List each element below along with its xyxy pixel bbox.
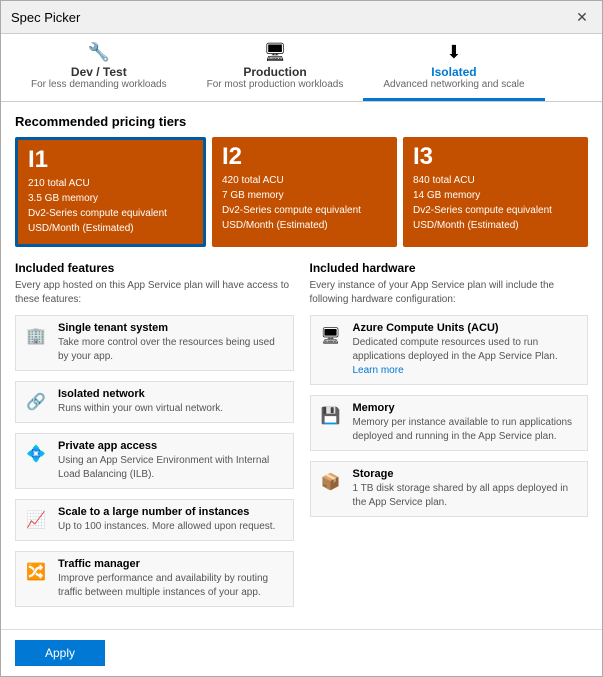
- feature-scale: 📈 Scale to a large number of instances U…: [15, 499, 294, 541]
- traffic-manager-name: Traffic manager: [58, 558, 287, 570]
- production-icon: 🖥: [264, 42, 287, 63]
- scale-name: Scale to a large number of instances: [58, 506, 275, 518]
- isolated-icon: ⬇: [446, 42, 461, 63]
- tab-production-sublabel: For most production workloads: [207, 79, 344, 90]
- traffic-manager-icon: 🔀: [22, 558, 50, 586]
- tier-I2[interactable]: I2 420 total ACU 7 GB memory Dv2-Series …: [212, 137, 397, 247]
- storage-name: Storage: [353, 468, 582, 480]
- tab-production[interactable]: 🖥 Production For most production workloa…: [187, 34, 364, 101]
- pricing-tiers: I1 210 total ACU 3.5 GB memory Dv2-Serie…: [15, 137, 588, 247]
- feature-traffic-manager: 🔀 Traffic manager Improve performance an…: [15, 551, 294, 607]
- hardware-col: Included hardware Every instance of your…: [310, 261, 589, 617]
- private-app-icon: 💠: [22, 440, 50, 468]
- feature-isolated-network: 🔗 Isolated network Runs within your own …: [15, 381, 294, 423]
- tab-isolated-sublabel: Advanced networking and scale: [383, 79, 524, 90]
- storage-desc: 1 TB disk storage shared by all apps dep…: [353, 482, 582, 510]
- tab-production-label: Production: [243, 65, 306, 79]
- footer: Apply: [1, 629, 602, 676]
- features-col: Included features Every app hosted on th…: [15, 261, 294, 617]
- tier-I2-badge: I2: [222, 145, 387, 169]
- content-area: Recommended pricing tiers I1 210 total A…: [1, 102, 602, 629]
- single-tenant-desc: Take more control over the resources bei…: [58, 336, 287, 364]
- single-tenant-name: Single tenant system: [58, 322, 287, 334]
- spec-picker-dialog: Spec Picker ✕ 🔧 Dev / Test For less dema…: [0, 0, 603, 677]
- tab-isolated[interactable]: ⬇ Isolated Advanced networking and scale: [363, 34, 544, 101]
- hardware-col-title: Included hardware: [310, 261, 589, 275]
- dev-test-icon: 🔧: [88, 42, 110, 63]
- acu-desc: Dedicated compute resources used to run …: [353, 336, 582, 378]
- private-app-desc: Using an App Service Environment with In…: [58, 454, 287, 482]
- tab-dev-test[interactable]: 🔧 Dev / Test For less demanding workload…: [11, 34, 187, 101]
- hardware-col-description: Every instance of your App Service plan …: [310, 279, 589, 307]
- two-col-section: Included features Every app hosted on th…: [15, 261, 588, 617]
- features-col-description: Every app hosted on this App Service pla…: [15, 279, 294, 307]
- single-tenant-icon: 🏢: [22, 322, 50, 350]
- title-bar: Spec Picker ✕: [1, 1, 602, 34]
- tabs-row: 🔧 Dev / Test For less demanding workload…: [1, 34, 602, 102]
- acu-learn-more-link[interactable]: Learn more: [353, 365, 404, 376]
- apply-button[interactable]: Apply: [15, 640, 105, 666]
- acu-name: Azure Compute Units (ACU): [353, 322, 582, 334]
- memory-name: Memory: [353, 402, 582, 414]
- storage-icon: 📦: [317, 468, 345, 496]
- private-app-name: Private app access: [58, 440, 287, 452]
- tab-isolated-label: Isolated: [431, 65, 476, 79]
- tier-I2-specs: 420 total ACU 7 GB memory Dv2-Series com…: [222, 173, 387, 233]
- tier-I3-badge: I3: [413, 145, 578, 169]
- memory-icon: 💾: [317, 402, 345, 430]
- tier-I3-specs: 840 total ACU 14 GB memory Dv2-Series co…: [413, 173, 578, 233]
- tab-dev-test-sublabel: For less demanding workloads: [31, 79, 167, 90]
- close-button[interactable]: ✕: [572, 7, 592, 27]
- dialog-title: Spec Picker: [11, 10, 80, 25]
- scale-icon: 📈: [22, 506, 50, 534]
- tier-I1-badge: I1: [28, 148, 193, 172]
- memory-desc: Memory per instance available to run app…: [353, 416, 582, 444]
- feature-private-app: 💠 Private app access Using an App Servic…: [15, 433, 294, 489]
- feature-single-tenant: 🏢 Single tenant system Take more control…: [15, 315, 294, 371]
- isolated-network-icon: 🔗: [22, 388, 50, 416]
- tier-I3[interactable]: I3 840 total ACU 14 GB memory Dv2-Series…: [403, 137, 588, 247]
- scale-desc: Up to 100 instances. More allowed upon r…: [58, 520, 275, 534]
- hardware-memory: 💾 Memory Memory per instance available t…: [310, 395, 589, 451]
- pricing-section-title: Recommended pricing tiers: [15, 114, 588, 129]
- isolated-network-desc: Runs within your own virtual network.: [58, 402, 223, 416]
- isolated-network-name: Isolated network: [58, 388, 223, 400]
- tab-dev-test-label: Dev / Test: [71, 65, 127, 79]
- traffic-manager-desc: Improve performance and availability by …: [58, 572, 287, 600]
- features-col-title: Included features: [15, 261, 294, 275]
- acu-icon: 🖥: [317, 322, 345, 350]
- hardware-storage: 📦 Storage 1 TB disk storage shared by al…: [310, 461, 589, 517]
- tier-I1[interactable]: I1 210 total ACU 3.5 GB memory Dv2-Serie…: [15, 137, 206, 247]
- hardware-acu: 🖥 Azure Compute Units (ACU) Dedicated co…: [310, 315, 589, 385]
- tier-I1-specs: 210 total ACU 3.5 GB memory Dv2-Series c…: [28, 176, 193, 236]
